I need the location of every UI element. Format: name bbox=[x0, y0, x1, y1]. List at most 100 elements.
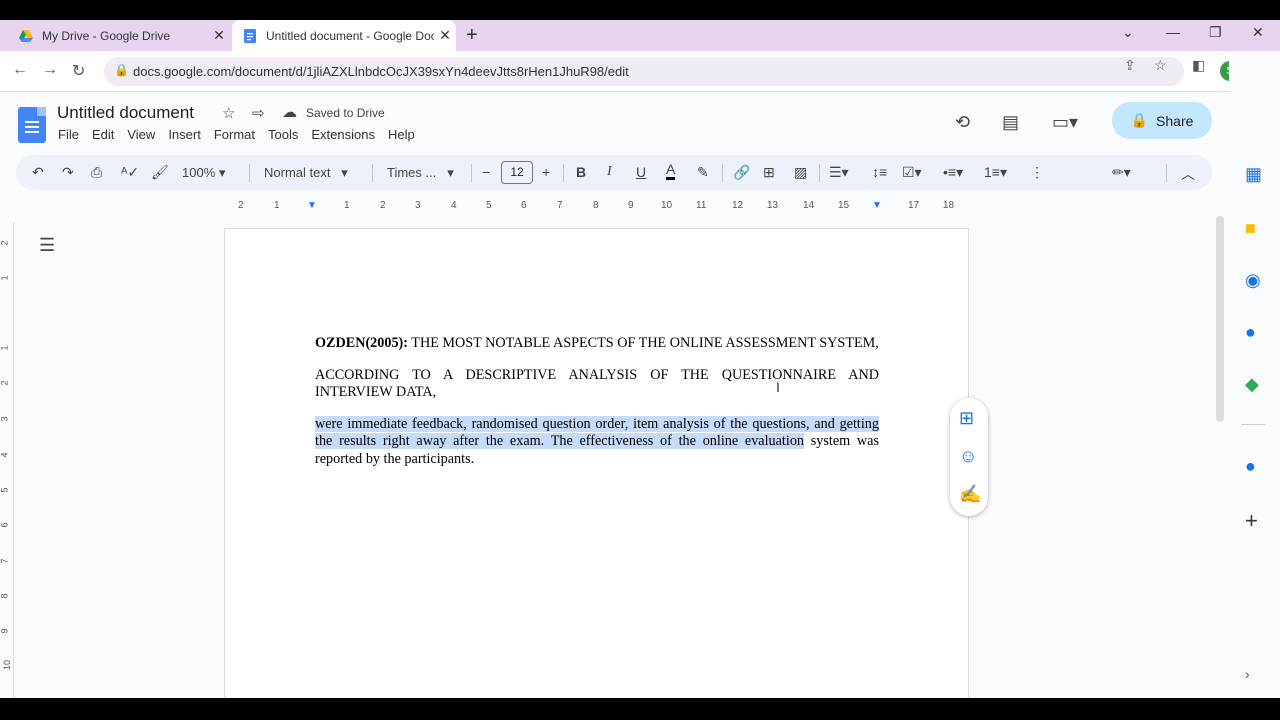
close-tab-icon[interactable]: ✕ bbox=[434, 27, 456, 44]
style-value: Normal text bbox=[264, 165, 331, 180]
undo-icon[interactable]: ↶ bbox=[32, 164, 44, 181]
numbered-list-icon[interactable]: 1≡▾ bbox=[984, 164, 1007, 181]
star-icon[interactable]: ☆ bbox=[222, 104, 235, 122]
menu-file[interactable]: File bbox=[58, 127, 79, 142]
cloud-saved-icon[interactable]: ☁ bbox=[282, 103, 297, 121]
align-icon[interactable]: ☰▾ bbox=[829, 164, 849, 181]
document-body[interactable]: OZDEN(2005): THE MOST NOTABLE ASPECTS OF… bbox=[315, 335, 879, 482]
spellcheck-icon[interactable]: ᴬ✓ bbox=[121, 164, 139, 181]
zoom-select[interactable]: 100% ▾ bbox=[182, 165, 225, 181]
print-icon[interactable]: ⎙ bbox=[91, 164, 102, 181]
forward-arrow-icon[interactable]: → bbox=[42, 61, 58, 79]
insert-link-icon[interactable]: 🔗 bbox=[733, 164, 750, 181]
editing-mode-icon[interactable]: ✏▾ bbox=[1112, 164, 1131, 181]
tasks-icon[interactable]: ◉ bbox=[1245, 270, 1261, 291]
highlight-icon[interactable]: ✎ bbox=[697, 164, 709, 181]
menu-insert[interactable]: Insert bbox=[168, 127, 201, 142]
version-history-icon[interactable]: ⟲ bbox=[955, 112, 970, 133]
back-arrow-icon[interactable]: ← bbox=[12, 61, 28, 79]
vertical-scrollbar[interactable] bbox=[1216, 216, 1224, 422]
side-panel-icon[interactable]: ◧ bbox=[1192, 57, 1205, 74]
heading-text: THE MOST NOTABLE ASPECTS OF THE ONLINE A… bbox=[408, 335, 879, 351]
share-button[interactable]: 🔒 Share bbox=[1112, 102, 1212, 139]
save-status: Saved to Drive bbox=[306, 106, 385, 120]
maps-icon[interactable]: ◆ bbox=[1245, 374, 1259, 395]
decrease-font-size-icon[interactable]: − bbox=[482, 164, 490, 180]
move-folder-icon[interactable]: ⇨ bbox=[252, 104, 265, 122]
checklist-icon[interactable]: ☑▾ bbox=[902, 164, 922, 181]
add-comment-icon[interactable]: ⊞ bbox=[959, 408, 974, 429]
tab-untitled-document[interactable]: Untitled document - Google Doc ✕ bbox=[232, 20, 456, 51]
style-select[interactable]: Normal text ▾ bbox=[264, 165, 348, 181]
menu-help[interactable]: Help bbox=[388, 127, 415, 142]
ruler-tick: 10 bbox=[661, 200, 673, 211]
bulleted-list-icon[interactable]: •≡▾ bbox=[943, 164, 963, 181]
comments-icon[interactable]: ▤ bbox=[1002, 112, 1019, 133]
lock-icon: 🔒 bbox=[1130, 112, 1149, 128]
share-page-icon[interactable]: ⇪ bbox=[1124, 57, 1136, 74]
font-select[interactable]: Times ... ▾ bbox=[387, 165, 454, 181]
paragraph-heading-2: ACCORDING TO A DESCRIPTIVE ANALYSIS OF T… bbox=[315, 366, 879, 401]
menu-extensions[interactable]: Extensions bbox=[311, 127, 375, 142]
increase-font-size-icon[interactable]: + bbox=[542, 164, 550, 180]
menu-bar: File Edit View Insert Format Tools Exten… bbox=[58, 127, 415, 142]
expand-side-panel-chevron-icon[interactable]: › bbox=[1245, 666, 1250, 682]
reload-icon[interactable]: ↻ bbox=[72, 61, 85, 81]
right-indent-marker-icon[interactable]: ▼ bbox=[872, 200, 882, 211]
add-emoji-reaction-icon[interactable]: ☺ bbox=[959, 446, 977, 467]
minimize-icon[interactable]: — bbox=[1166, 24, 1180, 40]
keep-icon[interactable]: ■ bbox=[1245, 218, 1256, 239]
addon-icon[interactable]: ● bbox=[1245, 456, 1256, 477]
paint-format-icon[interactable]: 🖌 bbox=[151, 164, 169, 181]
meet-camera-icon[interactable]: ▭▾ bbox=[1052, 112, 1078, 133]
url-text: docs.google.com/document/d/1jliAZXLlnbdc… bbox=[133, 64, 629, 79]
vertical-ruler[interactable]: 2 1 1 2 3 4 5 6 7 8 9 10 bbox=[0, 222, 14, 698]
redo-icon[interactable]: ↷ bbox=[62, 164, 74, 181]
address-bar[interactable]: 🔒 docs.google.com/document/d/1jliAZXLlnb… bbox=[104, 57, 1184, 86]
ruler-tick: 1 bbox=[344, 200, 350, 211]
insert-image-icon[interactable]: ▨ bbox=[794, 164, 807, 181]
left-indent-marker-icon[interactable]: ▼ bbox=[307, 200, 317, 211]
bookmark-star-icon[interactable]: ☆ bbox=[1154, 57, 1167, 74]
restore-icon[interactable]: ❐ bbox=[1209, 24, 1222, 41]
docs-home-icon[interactable] bbox=[18, 107, 46, 143]
ruler-tick: 2 bbox=[238, 200, 244, 211]
zoom-value: 100% bbox=[182, 165, 216, 180]
document-page[interactable]: OZDEN(2005): THE MOST NOTABLE ASPECTS OF… bbox=[224, 228, 969, 708]
underline-icon[interactable]: U bbox=[636, 164, 646, 180]
close-window-icon[interactable]: ✕ bbox=[1252, 24, 1264, 41]
horizontal-ruler[interactable]: 2 1 ▼ 1 2 3 4 5 6 7 8 9 10 11 12 13 14 1… bbox=[224, 197, 970, 211]
get-addons-plus-icon[interactable]: + bbox=[1245, 508, 1258, 534]
document-outline-icon[interactable]: ☰ bbox=[39, 235, 55, 256]
new-tab-icon[interactable]: + bbox=[466, 24, 478, 47]
document-title[interactable]: Untitled document bbox=[57, 103, 194, 123]
ruler-tick: 1 bbox=[0, 275, 10, 281]
ruler-tick: 2 bbox=[0, 380, 10, 386]
tab-title: Untitled document - Google Doc bbox=[266, 28, 434, 43]
ruler-tick: 14 bbox=[803, 200, 815, 211]
more-options-icon[interactable]: ⋮ bbox=[1030, 164, 1044, 181]
site-info-icon[interactable]: 🔒 bbox=[114, 63, 129, 77]
italic-icon[interactable]: I bbox=[607, 164, 612, 180]
contacts-icon[interactable]: ● bbox=[1245, 322, 1256, 343]
calendar-icon[interactable]: ▦ bbox=[1245, 164, 1262, 185]
tab-search-chevron-icon[interactable]: ⌄ bbox=[1122, 24, 1134, 41]
menu-format[interactable]: Format bbox=[214, 127, 255, 142]
menu-view[interactable]: View bbox=[127, 127, 155, 142]
close-tab-icon[interactable]: ✕ bbox=[208, 27, 230, 44]
menu-edit[interactable]: Edit bbox=[92, 127, 114, 142]
tab-my-drive[interactable]: My Drive - Google Drive ✕ bbox=[8, 20, 230, 51]
bold-icon[interactable]: B bbox=[576, 164, 586, 180]
insert-comment-icon[interactable]: ⊞ bbox=[763, 164, 775, 181]
line-spacing-icon[interactable]: ↕≡ bbox=[872, 164, 887, 180]
font-size-input[interactable]: 12 bbox=[501, 161, 533, 184]
browser-toolbar: ← → ↻ 🔒 docs.google.com/document/d/1jliA… bbox=[0, 51, 1280, 92]
suggest-edits-icon[interactable]: ✍ bbox=[959, 484, 981, 505]
ruler-tick: 6 bbox=[521, 200, 527, 211]
paragraph-body: were immediate feedback, randomised ques… bbox=[315, 415, 879, 469]
screen: My Drive - Google Drive ✕ Untitled docum… bbox=[0, 0, 1280, 720]
hide-menus-chevron-icon[interactable]: ︿ bbox=[1181, 164, 1195, 184]
menu-tools[interactable]: Tools bbox=[268, 127, 298, 142]
text-color-icon[interactable]: A bbox=[666, 161, 676, 180]
paragraph-heading-1: OZDEN(2005): THE MOST NOTABLE ASPECTS OF… bbox=[315, 335, 879, 353]
